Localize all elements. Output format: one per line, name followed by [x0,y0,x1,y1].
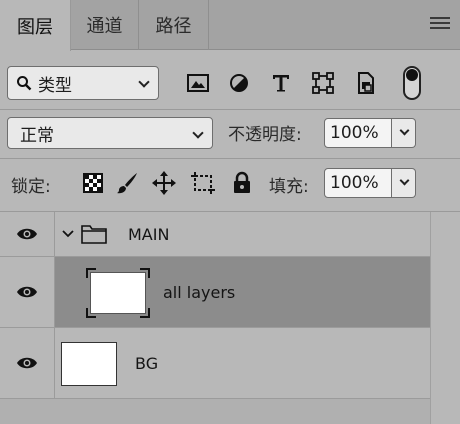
lock-image-pixels-icon[interactable] [114,169,140,197]
folder-icon [81,225,107,244]
layer-row-all-layers[interactable]: all layers [0,257,430,328]
panel-menu-icon[interactable] [430,17,450,31]
tab-paths[interactable]: 路径 [139,0,209,50]
opacity-label: 不透明度: [228,125,302,145]
layer-name: all layers [163,283,236,302]
layer-row-bg[interactable]: BG [0,328,430,399]
opacity-value: 100% [330,123,379,143]
shape-filter-icon[interactable] [310,70,336,96]
divider [0,158,460,159]
fill-dropdown-button[interactable] [392,168,416,198]
type-filter-icon[interactable] [268,70,294,96]
scrollbar-track[interactable] [430,212,460,424]
tab-label: 路径 [155,16,192,37]
fill-label: 填充: [269,177,309,197]
chevron-down-icon [399,125,410,136]
layer-thumbnail [86,268,150,318]
visibility-toggle[interactable] [0,257,55,327]
layer-thumbnail [61,342,117,386]
lock-position-icon[interactable] [151,169,177,197]
adjustment-filter-icon[interactable] [226,70,252,96]
tab-label: 通道 [86,16,123,37]
chevron-down-icon [138,76,150,88]
tab-channels[interactable]: 通道 [71,0,139,50]
tab-layers[interactable]: 图层 [0,0,71,51]
eye-icon [17,228,37,240]
blend-mode-value: 正常 [20,125,54,146]
panel-tab-bar: 图层 通道 路径 [0,0,460,51]
lock-all-icon[interactable] [229,169,255,197]
chevron-down-icon [192,127,204,139]
prevent-autonest-icon[interactable] [190,169,216,197]
filter-kind-label: 类型 [38,75,72,96]
visibility-toggle[interactable] [0,328,55,398]
chevron-down-icon [399,175,410,186]
fill-input[interactable]: 100% [324,168,392,198]
tab-label: 图层 [17,16,53,38]
filter-kind-select[interactable]: 类型 [7,66,159,100]
divider [0,109,460,110]
opacity-dropdown-button[interactable] [392,118,416,148]
visibility-toggle[interactable] [0,212,55,256]
search-icon [17,76,32,91]
layers-list: MAIN all layers BG [0,212,460,424]
image-filter-icon[interactable] [185,70,211,96]
eye-icon [17,286,37,298]
lock-label: 锁定: [11,177,51,197]
smart-object-filter-icon[interactable] [353,70,379,96]
chevron-down-icon[interactable] [62,229,74,239]
layer-name: BG [135,354,159,373]
blend-mode-select[interactable]: 正常 [7,117,213,149]
opacity-input[interactable]: 100% [324,118,392,148]
filter-toggle-switch[interactable] [403,66,421,100]
fill-value: 100% [330,173,379,193]
lock-transparent-pixels-icon[interactable] [80,169,106,197]
eye-icon [17,357,37,369]
layer-row-main-group[interactable]: MAIN [0,212,430,257]
layer-name: MAIN [128,225,170,244]
